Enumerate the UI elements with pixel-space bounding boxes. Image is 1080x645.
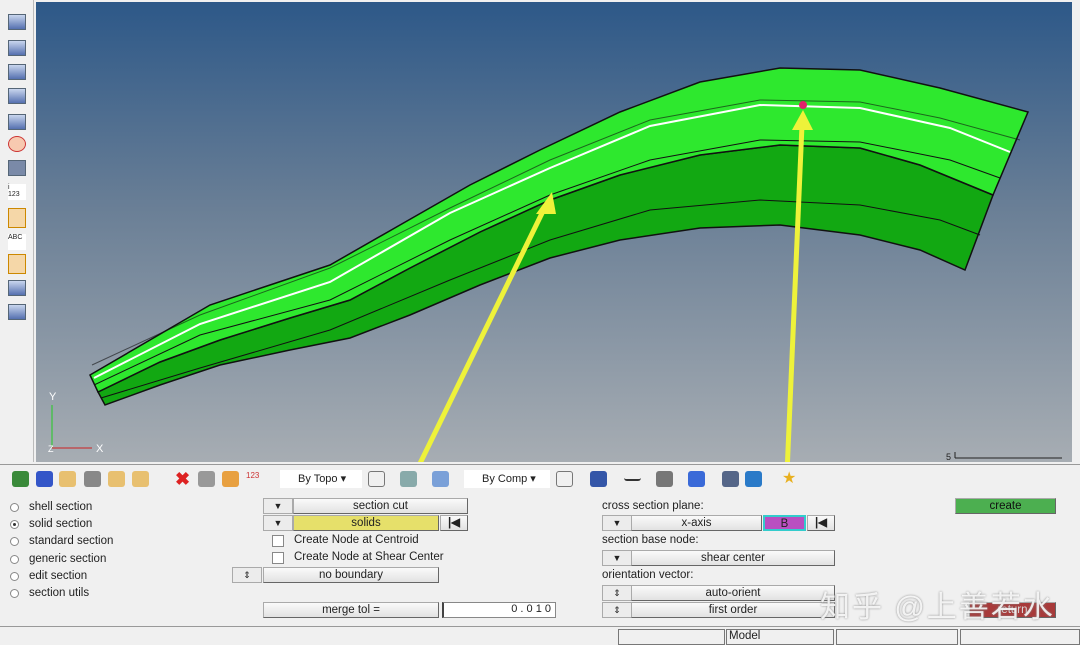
status-cell-1 bbox=[618, 629, 725, 645]
properties-icon[interactable] bbox=[84, 471, 101, 487]
reset-node-button[interactable]: |◀ bbox=[807, 515, 835, 531]
base-node-dropdown[interactable]: ▼ bbox=[602, 550, 632, 566]
main-toolbar: ✖ 123 By Topo ▾ By Comp ▾ ★ bbox=[0, 464, 1080, 492]
plane-icon[interactable] bbox=[656, 471, 673, 487]
axis-z-label: Z bbox=[48, 444, 54, 454]
selected-node bbox=[799, 101, 807, 109]
merge-tol-input[interactable]: 0 . 0 1 0 bbox=[442, 602, 556, 618]
abc-icon[interactable]: ABC bbox=[8, 234, 26, 250]
tool-icon-12[interactable] bbox=[8, 280, 26, 296]
radio-edit-section[interactable]: edit section bbox=[10, 568, 87, 584]
measure-icon[interactable] bbox=[8, 208, 26, 228]
axis-x-label: X bbox=[96, 443, 104, 455]
radio-shell-section[interactable]: shell section bbox=[10, 499, 92, 515]
no-boundary-button[interactable]: no boundary bbox=[263, 567, 439, 583]
organize-icon[interactable] bbox=[198, 471, 215, 487]
section-base-node-label: section base node: bbox=[602, 534, 699, 546]
orientation-vector-label: orientation vector: bbox=[602, 569, 694, 581]
radio-solid-section[interactable]: solid section bbox=[10, 516, 92, 532]
loadcol-icon[interactable] bbox=[108, 471, 125, 487]
section-cut-dropdown[interactable]: ▼ bbox=[263, 498, 293, 514]
tool-icon-4[interactable] bbox=[8, 88, 26, 104]
line-icon[interactable] bbox=[624, 471, 641, 481]
assemblies-icon[interactable] bbox=[36, 471, 53, 487]
by-comp-select[interactable]: By Comp ▾ bbox=[464, 470, 550, 488]
abc-highlight-icon[interactable] bbox=[8, 254, 26, 274]
plane-node-selector[interactable]: B bbox=[763, 515, 806, 531]
status-model: Model bbox=[726, 629, 834, 645]
shade-icon[interactable] bbox=[400, 471, 417, 487]
renumber-icon[interactable] bbox=[222, 471, 239, 487]
shear-center-checkbox[interactable] bbox=[272, 552, 284, 564]
order-toggle[interactable]: ⇕ bbox=[602, 602, 632, 618]
status-cell-3 bbox=[836, 629, 958, 645]
materials-icon[interactable] bbox=[59, 471, 76, 487]
section-icon[interactable] bbox=[8, 136, 26, 152]
merge-tol-button[interactable]: merge tol = bbox=[263, 602, 439, 618]
scale-label: 5 bbox=[946, 452, 951, 462]
tool-icon-2[interactable] bbox=[8, 40, 26, 56]
by-topo-select[interactable]: By Topo ▾ bbox=[280, 470, 362, 488]
delete-icon[interactable]: ✖ bbox=[175, 470, 192, 488]
monitor-icon[interactable] bbox=[745, 471, 762, 487]
cross-section-plane-label: cross section plane: bbox=[602, 500, 704, 512]
grid-icon[interactable] bbox=[722, 471, 739, 487]
by-comp-label: By Comp bbox=[482, 473, 528, 485]
x-axis-button[interactable]: x-axis bbox=[631, 515, 762, 531]
section-cut-button[interactable]: section cut bbox=[293, 498, 468, 514]
element-shade-icon[interactable] bbox=[590, 471, 607, 487]
orient-toggle[interactable]: ⇕ bbox=[602, 585, 632, 601]
radio-standard-section[interactable]: standard section bbox=[10, 533, 113, 549]
centroid-label: Create Node at Centroid bbox=[294, 534, 419, 546]
components-icon[interactable] bbox=[12, 471, 29, 487]
graphics-viewport[interactable]: Y X Z 5 bbox=[36, 2, 1072, 527]
create-button[interactable]: create bbox=[955, 498, 1056, 514]
systems-icon[interactable] bbox=[132, 471, 149, 487]
radio-generic-section[interactable]: generic section bbox=[10, 551, 106, 567]
wireframe-icon[interactable] bbox=[556, 471, 573, 487]
solids-dropdown[interactable]: ▼ bbox=[263, 515, 293, 531]
tool-icon-5[interactable] bbox=[8, 114, 26, 130]
radio-section-utils[interactable]: section utils bbox=[10, 585, 89, 601]
model-view: Y X Z 5 bbox=[48, 67, 1062, 527]
info-123-icon[interactable]: i 123 bbox=[8, 184, 26, 200]
status-cell-4 bbox=[960, 629, 1080, 645]
by-topo-label: By Topo bbox=[298, 473, 338, 485]
watermark: 知乎 @上善若水 bbox=[820, 591, 1055, 624]
favorite-icon[interactable]: ★ bbox=[782, 471, 799, 487]
status-bar: Model bbox=[0, 626, 1080, 645]
tool-icon-3[interactable] bbox=[8, 64, 26, 80]
binoculars-icon[interactable] bbox=[8, 160, 26, 176]
left-toolbar: i 123 ABC bbox=[0, 0, 34, 462]
auto-orient-button[interactable]: auto-orient bbox=[631, 585, 835, 601]
shear-center-label: Create Node at Shear Center bbox=[294, 551, 444, 563]
surface-icon[interactable] bbox=[368, 471, 385, 487]
reset-solids-button[interactable]: |◀ bbox=[440, 515, 468, 531]
tool-icon-1[interactable] bbox=[8, 14, 26, 30]
axis-y-label: Y bbox=[49, 391, 57, 403]
numbers-icon[interactable]: 123 bbox=[246, 471, 263, 487]
shear-center-button[interactable]: shear center bbox=[631, 550, 835, 566]
solids-selector[interactable]: solids bbox=[293, 515, 439, 531]
centroid-checkbox[interactable] bbox=[272, 535, 284, 547]
tool-icon-13[interactable] bbox=[8, 304, 26, 320]
solid-display-icon[interactable] bbox=[432, 471, 449, 487]
plane-shaded-icon[interactable] bbox=[688, 471, 705, 487]
plane-dropdown[interactable]: ▼ bbox=[602, 515, 632, 531]
first-order-button[interactable]: first order bbox=[631, 602, 835, 618]
boundary-toggle[interactable]: ⇕ bbox=[232, 567, 262, 583]
